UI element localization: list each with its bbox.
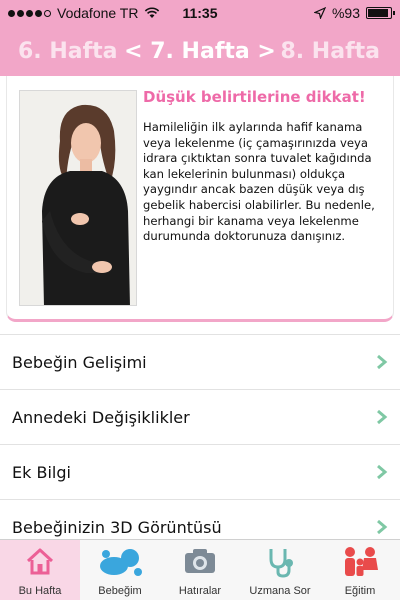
status-bar: Vodafone TR 11:35 %93 bbox=[0, 0, 400, 26]
tab-ask-expert[interactable]: Uzmana Sor bbox=[240, 540, 320, 600]
signal-strength-icon bbox=[8, 9, 51, 17]
tab-label: Uzmana Sor bbox=[249, 585, 311, 597]
tab-memories[interactable]: Hatıralar bbox=[160, 540, 240, 600]
menu-item-label: Bebeğin Gelişimi bbox=[12, 352, 147, 372]
tab-my-baby[interactable]: Bebeğim bbox=[80, 540, 160, 600]
section-menu: Bebeğin Gelişimi Annedeki Değişiklikler … bbox=[0, 334, 400, 554]
chevron-right-icon bbox=[377, 354, 388, 370]
baby-icon bbox=[100, 549, 142, 576]
location-arrow-icon bbox=[313, 7, 326, 19]
tab-label: Bu Hafta bbox=[18, 585, 62, 597]
menu-item-baby-development[interactable]: Bebeğin Gelişimi bbox=[0, 334, 400, 389]
tab-education[interactable]: Eğitim bbox=[320, 540, 400, 600]
menu-item-label: Bebeğinizin 3D Görüntüsü bbox=[12, 517, 222, 537]
menu-item-label: Ek Bilgi bbox=[12, 462, 71, 482]
chevron-right-icon bbox=[377, 464, 388, 480]
chevron-right-icon bbox=[377, 519, 388, 535]
menu-item-extra-info[interactable]: Ek Bilgi bbox=[0, 444, 400, 499]
next-week-button[interactable]: 8. Hafta bbox=[280, 39, 380, 64]
chevron-right-icon bbox=[377, 409, 388, 425]
stethoscope-icon bbox=[269, 549, 293, 578]
battery-percent: %93 bbox=[331, 5, 360, 21]
tip-card: Düşük belirtilerine dikkat! Hamileliğin … bbox=[6, 76, 394, 322]
wifi-icon bbox=[145, 7, 160, 18]
week-navigation: 6. Hafta < 7. Hafta > 8. Hafta bbox=[0, 26, 400, 76]
battery-icon bbox=[366, 7, 395, 19]
menu-item-mother-changes[interactable]: Annedeki Değişiklikler bbox=[0, 389, 400, 444]
house-icon bbox=[26, 548, 54, 575]
menu-item-label: Annedeki Değişiklikler bbox=[12, 407, 190, 427]
tab-label: Hatıralar bbox=[178, 585, 222, 597]
camera-icon bbox=[185, 549, 215, 573]
tab-label: Eğitim bbox=[344, 585, 376, 597]
woman-photo bbox=[19, 90, 137, 306]
family-icon bbox=[345, 547, 378, 576]
tip-body: Hamileliğin ilk aylarında hafif kanama v… bbox=[143, 120, 375, 244]
carrier-name: Vodafone TR bbox=[57, 5, 139, 21]
tab-label: Bebeğim bbox=[98, 585, 142, 597]
tab-this-week[interactable]: Bu Hafta bbox=[0, 540, 80, 600]
tip-title: Düşük belirtilerine dikkat! bbox=[143, 88, 366, 106]
tab-bar: Bu Hafta Bebeğim Hatıralar Uzmana Sor Eğ… bbox=[0, 539, 400, 600]
